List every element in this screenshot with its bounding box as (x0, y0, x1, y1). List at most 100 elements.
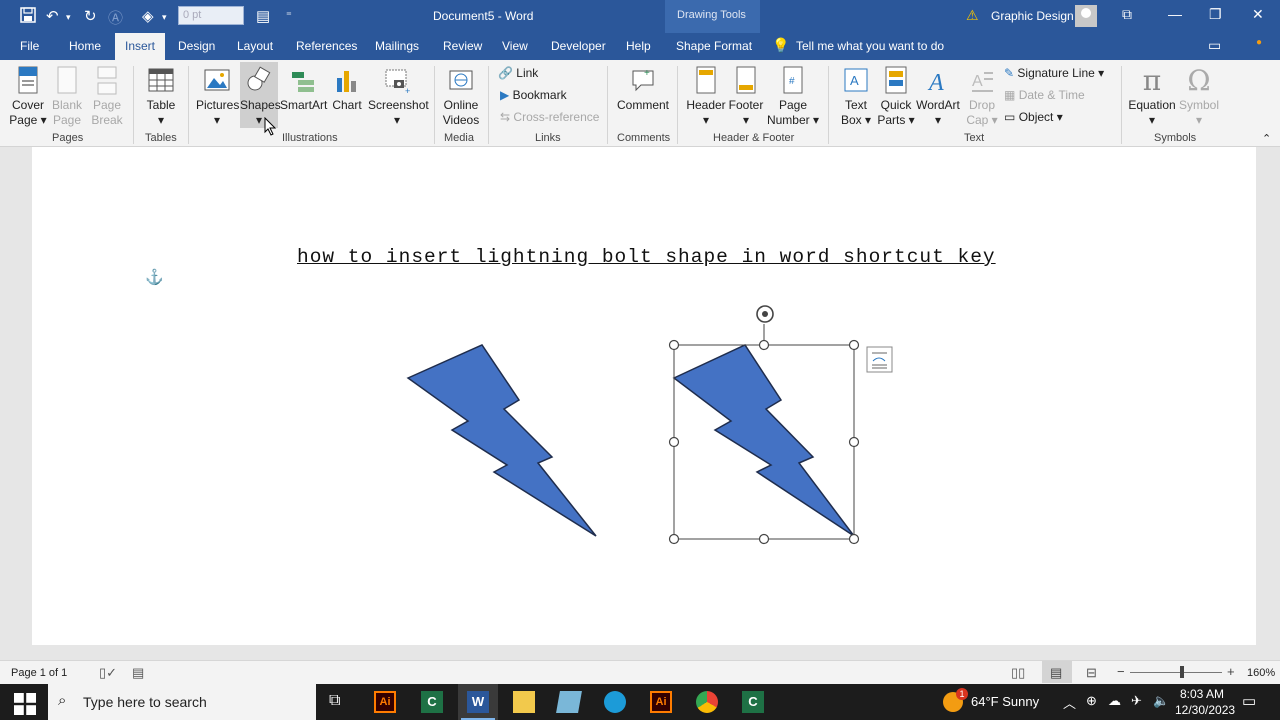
tab-view[interactable]: View (502, 39, 528, 53)
task-view-icon[interactable]: ⧉ (329, 692, 340, 710)
tab-design[interactable]: Design (178, 39, 215, 53)
chrome-icon[interactable] (696, 691, 718, 713)
tab-help[interactable]: Help (626, 39, 651, 53)
read-mode-icon[interactable]: ▯▯ (1011, 665, 1025, 681)
layout-icon[interactable]: ▤ (256, 7, 270, 25)
page-count[interactable]: Page 1 of 1 (11, 667, 67, 679)
zoom-level[interactable]: 160% (1247, 667, 1275, 679)
minimize-icon[interactable]: — (1168, 6, 1182, 22)
resize-handle[interactable] (848, 436, 860, 448)
warning-icon[interactable]: ⚠ (966, 7, 979, 24)
illustrator-icon[interactable]: Ai (374, 691, 396, 713)
group-label-tables: Tables (145, 132, 177, 144)
tab-file[interactable]: File (20, 39, 39, 53)
layout-options-icon[interactable] (866, 346, 893, 373)
font-size-field[interactable]: 0 pt (178, 6, 244, 25)
tab-layout[interactable]: Layout (237, 39, 273, 53)
restore-icon[interactable]: ❐ (1209, 6, 1222, 23)
tell-me-search[interactable]: Tell me what you want to do (796, 39, 944, 53)
signature-line-button[interactable]: ✎ Signature Line ▾ (1004, 66, 1104, 80)
zoom-slider-thumb[interactable] (1180, 666, 1184, 678)
tab-references[interactable]: References (296, 39, 357, 53)
tab-developer[interactable]: Developer (551, 39, 606, 53)
tray-chevron-icon[interactable]: ︿ (1063, 693, 1076, 712)
qa-dropdown-icon[interactable]: ▾ (162, 12, 167, 23)
save-icon[interactable] (20, 7, 36, 27)
file-explorer-icon[interactable] (513, 691, 535, 713)
windows-start-icon[interactable] (14, 693, 36, 715)
avatar[interactable] (1075, 5, 1097, 27)
tab-insert[interactable]: Insert (115, 33, 166, 61)
onedrive-icon[interactable]: ☁ (1108, 693, 1121, 709)
proofing-icon[interactable]: ▯✓ (99, 665, 117, 681)
close-icon[interactable]: ✕ (1252, 6, 1264, 23)
text-box-button[interactable]: A Text Box ▾ (836, 66, 876, 128)
undo-icon[interactable]: ↶ (46, 7, 59, 25)
chart-button[interactable]: Chart (330, 66, 364, 113)
ribbon-display-icon[interactable]: ⧉ (1122, 6, 1132, 23)
redo-icon[interactable]: ↻ (84, 7, 97, 25)
footer-button[interactable]: Footer ▾ (726, 66, 766, 128)
collapse-ribbon-icon[interactable]: ⌃ (1262, 132, 1271, 145)
shape-outline-icon[interactable]: ◈ (142, 7, 154, 25)
screenshot-button[interactable]: + Screenshot ▾ (368, 66, 429, 128)
resize-handle[interactable] (848, 339, 860, 351)
link-button[interactable]: 🔗 Link (498, 66, 538, 80)
camtasia-icon[interactable]: C (421, 691, 443, 713)
header-button[interactable]: Header ▾ (686, 66, 726, 128)
camtasia-icon-2[interactable]: C (742, 691, 764, 713)
volume-icon[interactable]: 🔈 (1153, 693, 1169, 709)
smartart-button[interactable]: SmartArt (280, 66, 327, 113)
page-number-button[interactable]: # Page Number ▾ (766, 66, 820, 128)
network-icon[interactable]: ✈ (1131, 693, 1142, 709)
undo-dropdown-icon[interactable]: ▾ (66, 12, 71, 23)
resize-handle[interactable] (668, 339, 680, 351)
zoom-out-icon[interactable]: − (1117, 664, 1125, 679)
clock-time[interactable]: 8:03 AM (1180, 687, 1224, 701)
resize-handle[interactable] (668, 533, 680, 545)
zoom-slider[interactable] (1130, 672, 1222, 673)
resize-handle[interactable] (848, 533, 860, 545)
weather-text[interactable]: 64°F Sunny (971, 694, 1039, 709)
notifications-icon[interactable]: ▭ (1242, 692, 1256, 710)
online-videos-button[interactable]: Online Videos (441, 66, 481, 128)
blank-page-button: Blank Page (48, 66, 86, 128)
edge-icon[interactable] (604, 691, 626, 713)
title-bar: ↶ ▾ ↻ Ⓐ ◈ ▾ 0 pt ▤ ⁼ Document5 - Word Dr… (0, 0, 1280, 60)
document-page[interactable]: how to insert lightning bolt shape in wo… (32, 147, 1256, 645)
illustrator-icon-2[interactable]: Ai (650, 691, 672, 713)
bookmark-button[interactable]: ▶ Bookmark (500, 88, 567, 102)
word-icon[interactable]: W (467, 691, 489, 713)
comments-icon[interactable]: ▭ (1208, 37, 1221, 54)
ribbon: Cover Page ▾ Blank Page Page Break Pages Ta… (0, 60, 1280, 147)
meet-icon[interactable]: ⊕ (1086, 693, 1097, 709)
tab-review[interactable]: Review (443, 39, 482, 53)
web-layout-icon[interactable]: ⊟ (1086, 665, 1097, 681)
resize-handle[interactable] (668, 436, 680, 448)
user-name[interactable]: Graphic Design (991, 9, 1074, 23)
lightning-bolt-shape[interactable] (406, 344, 597, 537)
lightning-bolt-shape-selected[interactable] (672, 344, 855, 537)
object-button[interactable]: ▭ Object ▾ (1004, 110, 1063, 124)
tab-home[interactable]: Home (69, 39, 101, 53)
clock-date[interactable]: 12/30/2023 (1175, 703, 1235, 717)
resize-handle[interactable] (758, 339, 770, 351)
tab-mailings[interactable]: Mailings (375, 39, 419, 53)
equation-button[interactable]: π Equation ▾ (1128, 66, 1176, 128)
quick-parts-button[interactable]: Quick Parts ▾ (876, 66, 916, 128)
zoom-in-icon[interactable]: + (1227, 664, 1235, 679)
notepad-icon[interactable] (556, 691, 582, 713)
comment-button[interactable]: + Comment (616, 66, 670, 113)
table-button[interactable]: Table ▾ (142, 66, 180, 128)
resize-handle[interactable] (758, 533, 770, 545)
cover-page-button[interactable]: Cover Page ▾ (8, 66, 48, 128)
tab-shape-format[interactable]: Shape Format (676, 39, 752, 53)
wordart-button[interactable]: A WordArt ▾ (916, 66, 960, 128)
taskbar-search[interactable]: ⌕ Type here to search (48, 684, 316, 720)
pictures-button[interactable]: Pictures ▾ (196, 66, 239, 128)
print-layout-icon[interactable]: ▤ (1050, 665, 1062, 681)
customize-qa-icon[interactable]: ⁼ (286, 9, 292, 22)
share-dot-icon[interactable]: ● (1256, 37, 1262, 48)
rotate-handle-icon[interactable] (756, 305, 774, 323)
macro-icon[interactable]: ▤ (132, 665, 144, 681)
